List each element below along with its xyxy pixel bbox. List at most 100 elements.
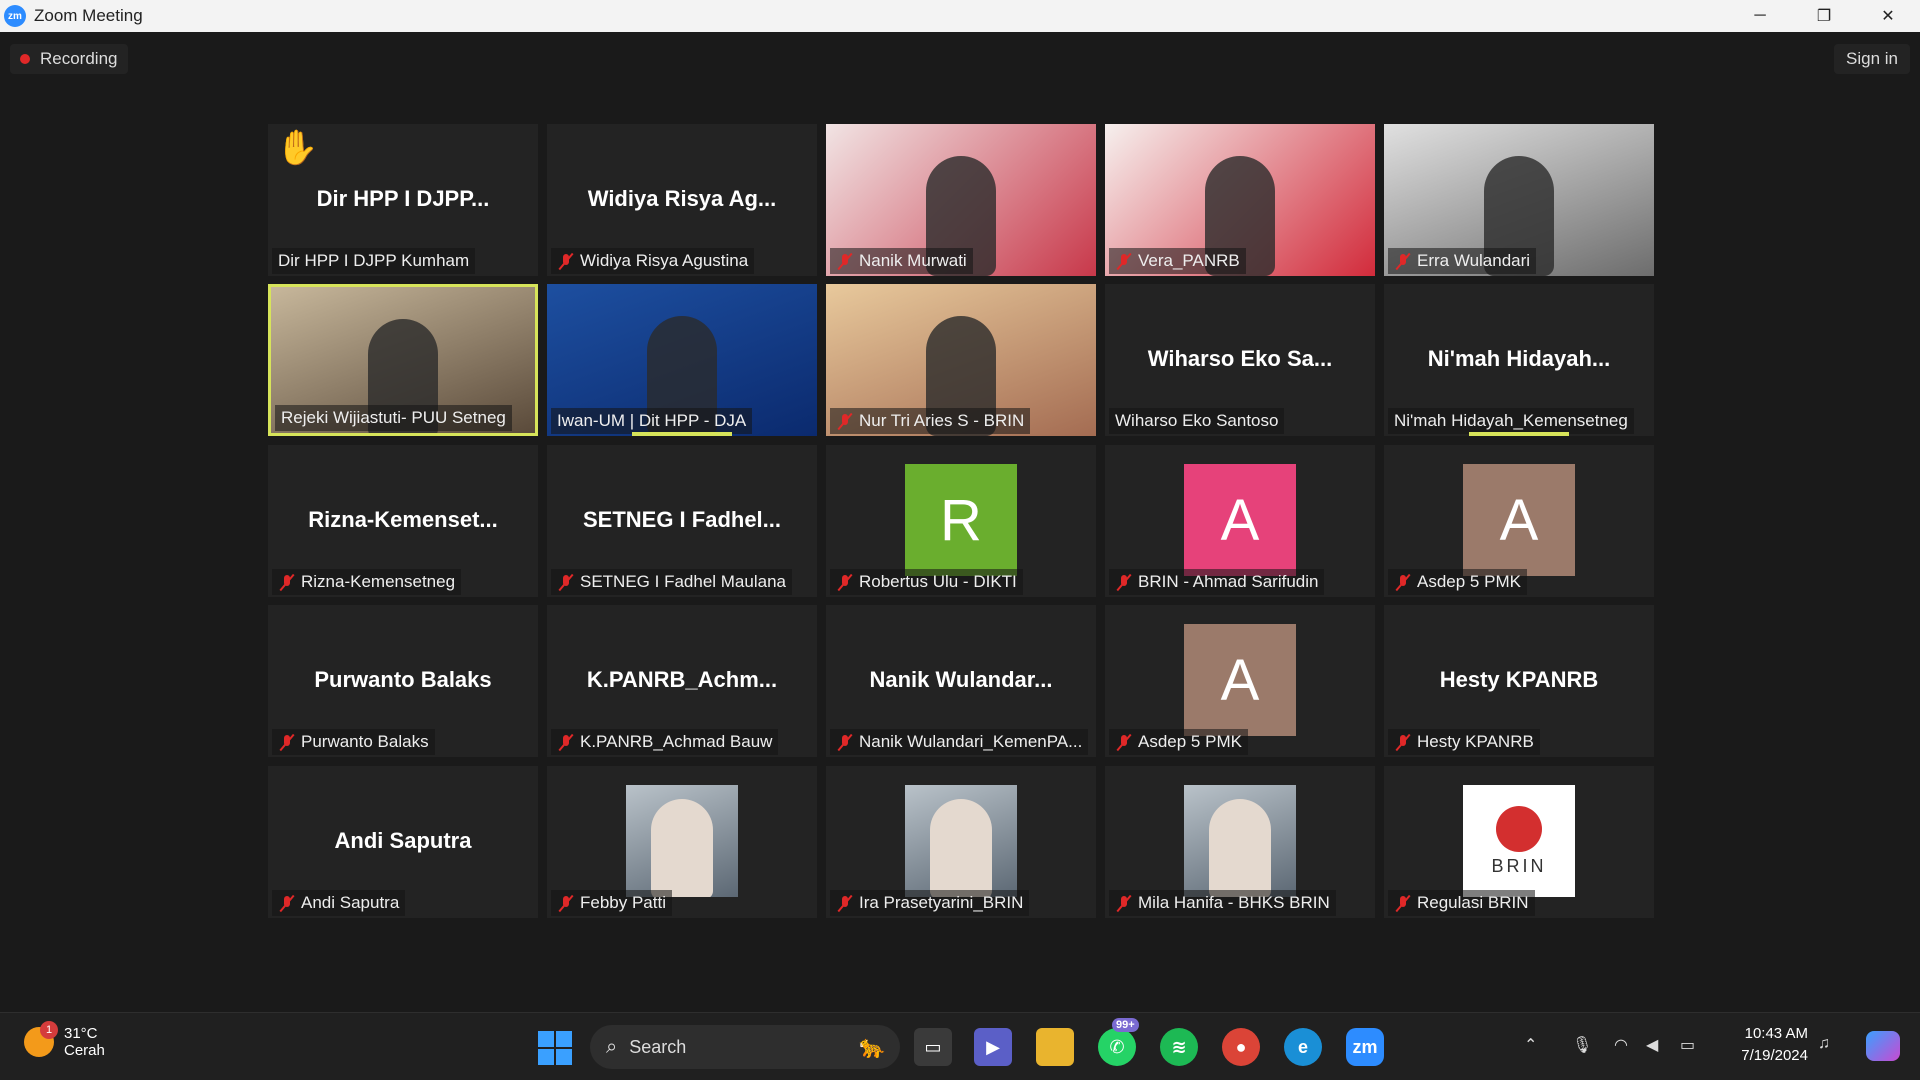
participant-tile[interactable]: Iwan-UM | Dit HPP - DJA bbox=[547, 284, 817, 436]
participant-tile[interactable]: A BRIN - Ahmad Sarifudin bbox=[1105, 445, 1375, 597]
notification-bell-icon[interactable]: ♫ bbox=[1818, 1035, 1830, 1053]
spotify-icon[interactable]: ≋ bbox=[1160, 1028, 1198, 1066]
muted-mic-icon bbox=[278, 573, 296, 591]
participant-name-label: Hesty KPANRB bbox=[1388, 729, 1540, 755]
zoom-taskbar-icon[interactable]: zm bbox=[1346, 1028, 1384, 1066]
participant-tile[interactable]: A Asdep 5 PMK bbox=[1384, 445, 1654, 597]
muted-mic-icon bbox=[836, 733, 854, 751]
participant-tile[interactable]: Ira Prasetyarini_BRIN bbox=[826, 766, 1096, 918]
person-silhouette bbox=[930, 799, 992, 897]
participant-tile[interactable]: SETNEG I Fadhel... SETNEG I Fadhel Maulan… bbox=[547, 445, 817, 597]
weather-temp: 31°C bbox=[64, 1025, 98, 1042]
search-placeholder: Search bbox=[629, 1036, 687, 1057]
participant-tile[interactable]: Ni'mah Hidayah... Ni'mah Hidayah_Kemenset… bbox=[1384, 284, 1654, 436]
participant-tile[interactable]: Nur Tri Aries S - BRIN bbox=[826, 284, 1096, 436]
close-button[interactable]: ✕ bbox=[1856, 0, 1920, 32]
participant-name: Iwan-UM | Dit HPP - DJA bbox=[557, 411, 747, 430]
participant-tile[interactable]: Vera_PANRB bbox=[1105, 124, 1375, 276]
muted-mic-icon bbox=[1115, 894, 1133, 912]
participant-name: Widiya Risya Agustina bbox=[580, 251, 749, 270]
participant-tile[interactable]: R Robertus Ulu - DIKTI bbox=[826, 445, 1096, 597]
participant-tile[interactable]: Febby Patti bbox=[547, 766, 817, 918]
participant-display-name: Ni'mah Hidayah... bbox=[1427, 346, 1611, 371]
edge-icon[interactable]: e bbox=[1284, 1028, 1322, 1066]
muted-mic-icon bbox=[557, 733, 575, 751]
participant-name-label: Erra Wulandari bbox=[1388, 248, 1537, 274]
participant-name-label: Rizna-Kemensetneg bbox=[272, 569, 462, 595]
weather-desc: Cerah bbox=[64, 1042, 105, 1059]
participant-name: Ira Prasetyarini_BRIN bbox=[859, 893, 1024, 912]
task-view-icon[interactable]: ▭ bbox=[914, 1028, 952, 1066]
muted-mic-icon bbox=[836, 573, 854, 591]
participant-name-label: SETNEG I Fadhel Maulana bbox=[551, 569, 792, 595]
participant-name-label: Nanik Murwati bbox=[830, 248, 973, 274]
person-silhouette bbox=[651, 799, 713, 897]
copilot-icon[interactable] bbox=[1866, 1031, 1900, 1061]
participant-name-label: Asdep 5 PMK bbox=[1388, 569, 1527, 595]
volume-icon[interactable]: ◀ bbox=[1646, 1035, 1658, 1055]
participant-name: Vera_PANRB bbox=[1138, 251, 1240, 270]
participant-tile[interactable]: Hesty KPANRB Hesty KPANRB bbox=[1384, 605, 1654, 757]
muted-mic-icon bbox=[1115, 252, 1133, 270]
sun-icon: 1 bbox=[24, 1021, 58, 1057]
weather-widget[interactable]: 1 31°C Cerah bbox=[24, 1021, 105, 1059]
recording-indicator[interactable]: Recording bbox=[10, 44, 128, 74]
participant-name-label: Ni'mah Hidayah_Kemensetneg bbox=[1388, 408, 1634, 434]
participant-name: Purwanto Balaks bbox=[301, 732, 429, 751]
participant-photo bbox=[626, 785, 738, 897]
participant-photo bbox=[905, 785, 1017, 897]
participant-tile[interactable]: BRIN Regulasi BRIN bbox=[1384, 766, 1654, 918]
chrome-icon[interactable]: ● bbox=[1222, 1028, 1260, 1066]
participant-tile[interactable]: Mila Hanifa - BHKS BRIN bbox=[1105, 766, 1375, 918]
participant-display-name: Purwanto Balaks bbox=[314, 667, 492, 692]
window-title: Zoom Meeting bbox=[34, 6, 143, 25]
system-clock[interactable]: 10:43 AM 7/19/2024 bbox=[1741, 1023, 1808, 1067]
participant-tile[interactable]: Nanik Wulandar... Nanik Wulandari_KemenPA… bbox=[826, 605, 1096, 757]
muted-mic-icon bbox=[1394, 733, 1412, 751]
participant-name: Rizna-Kemensetneg bbox=[301, 572, 456, 591]
participant-tile[interactable]: Dir HPP I DJPP... ✋ Dir HPP I DJPP Kumham bbox=[268, 124, 538, 276]
participant-tile[interactable]: Nanik Murwati bbox=[826, 124, 1096, 276]
chevron-up-icon[interactable]: ⌃ bbox=[1524, 1035, 1537, 1055]
speaking-indicator bbox=[1469, 432, 1569, 436]
taskbar-search-box[interactable]: ⌕ Search 🐆 bbox=[590, 1025, 900, 1069]
sign-in-button[interactable]: Sign in bbox=[1834, 44, 1910, 74]
participant-tile[interactable]: Rejeki Wijiastuti- PUU Setneg bbox=[268, 284, 538, 436]
participant-display-name: Wiharso Eko Sa... bbox=[1147, 346, 1333, 371]
participant-tile[interactable]: Rizna-Kemenset... Rizna-Kemensetneg bbox=[268, 445, 538, 597]
meeting-stage: Recording Sign in Dir HPP I DJPP... ✋ Dir … bbox=[0, 32, 1920, 1012]
participant-avatar: A bbox=[1184, 464, 1296, 576]
minimize-button[interactable]: ─ bbox=[1728, 0, 1792, 32]
participant-tile[interactable]: Andi Saputra Andi Saputra bbox=[268, 766, 538, 918]
participant-name-label: Mila Hanifa - BHKS BRIN bbox=[1109, 890, 1336, 916]
file-explorer-icon[interactable] bbox=[1036, 1028, 1074, 1066]
participant-name: Dir HPP I DJPP Kumham bbox=[278, 251, 470, 270]
participant-name: Mila Hanifa - BHKS BRIN bbox=[1138, 893, 1330, 912]
whatsapp-badge: 99+ bbox=[1112, 1018, 1139, 1032]
participant-tile[interactable]: A Asdep 5 PMK bbox=[1105, 605, 1375, 757]
restore-button[interactable]: ❐ bbox=[1792, 0, 1856, 32]
participant-avatar: A bbox=[1184, 624, 1296, 736]
participant-name: BRIN - Ahmad Sarifudin bbox=[1138, 572, 1319, 591]
participant-name-label: Widiya Risya Agustina bbox=[551, 248, 755, 274]
participant-avatar: A bbox=[1463, 464, 1575, 576]
participant-name-label: Purwanto Balaks bbox=[272, 729, 435, 755]
person-silhouette bbox=[1209, 799, 1271, 897]
participant-tile[interactable]: Wiharso Eko Sa... Wiharso Eko Santoso bbox=[1105, 284, 1375, 436]
participant-name-label: Ira Prasetyarini_BRIN bbox=[830, 890, 1030, 916]
participant-tile[interactable]: Widiya Risya Ag... Widiya Risya Agustina bbox=[547, 124, 817, 276]
recording-dot-icon bbox=[20, 54, 30, 64]
participant-tile[interactable]: Purwanto Balaks Purwanto Balaks bbox=[268, 605, 538, 757]
whatsapp-icon[interactable]: ✆ 99+ bbox=[1098, 1018, 1139, 1066]
microphone-icon[interactable]: 🎙 bbox=[1572, 1035, 1592, 1055]
participant-tile[interactable]: Erra Wulandari bbox=[1384, 124, 1654, 276]
wifi-icon[interactable]: ◠ bbox=[1614, 1035, 1628, 1055]
participant-tile[interactable]: K.PANRB_Achm... K.PANRB_Achmad Bauw bbox=[547, 605, 817, 757]
participant-name-label: Vera_PANRB bbox=[1109, 248, 1246, 274]
teams-icon[interactable]: ▶ bbox=[974, 1028, 1012, 1066]
participant-display-name: Rizna-Kemenset... bbox=[308, 507, 498, 532]
battery-icon[interactable]: ▭ bbox=[1680, 1035, 1695, 1055]
participant-name: Regulasi BRIN bbox=[1417, 893, 1529, 912]
windows-start-icon[interactable] bbox=[538, 1031, 572, 1065]
participant-name-label: Andi Saputra bbox=[272, 890, 406, 916]
